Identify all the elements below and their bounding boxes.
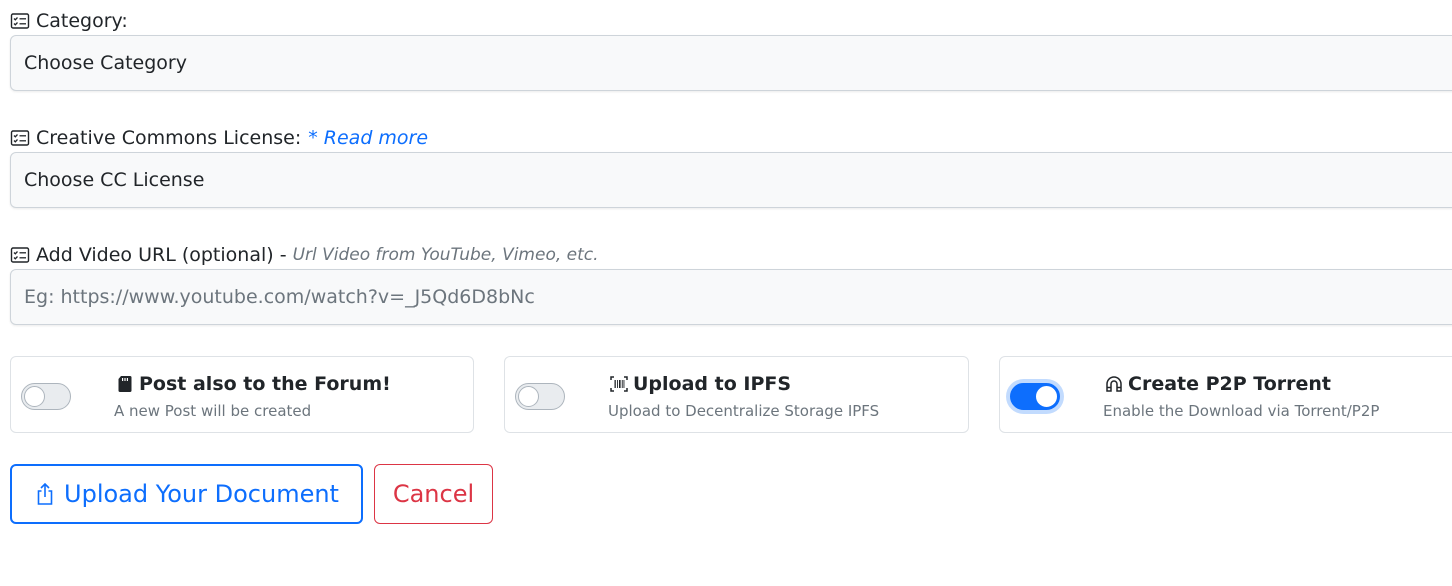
upload-form: Category: Choose Category Creative Commo… — [0, 0, 1452, 586]
upload-document-label: Upload Your Document — [64, 480, 339, 508]
forum-title: Post also to the Forum! — [115, 373, 391, 395]
ipfs-title-text: Upload to IPFS — [633, 373, 792, 395]
category-select[interactable]: Choose Category — [10, 35, 1452, 91]
toggle-knob — [518, 386, 539, 407]
option-card-forum: Post also to the Forum! A new Post will … — [10, 356, 474, 433]
upc-scan-icon — [609, 374, 629, 394]
upload-document-button[interactable]: Upload Your Document — [10, 464, 363, 524]
torrent-subtitle: Enable the Download via Torrent/P2P — [1103, 402, 1380, 420]
license-select[interactable]: Choose CC License — [10, 152, 1452, 208]
license-label: Creative Commons License: * Read more — [10, 127, 428, 149]
sd-card-icon — [115, 374, 135, 394]
category-label-text: Category: — [36, 10, 128, 32]
list-check-icon — [10, 11, 30, 31]
cancel-label: Cancel — [392, 480, 475, 508]
option-card-torrent: Create P2P Torrent Enable the Download v… — [999, 356, 1452, 433]
category-select-value: Choose Category — [24, 52, 187, 74]
read-more-link[interactable]: * Read more — [308, 127, 428, 149]
video-url-input[interactable] — [10, 269, 1452, 325]
cancel-button[interactable]: Cancel — [374, 464, 493, 524]
torrent-title: Create P2P Torrent — [1104, 373, 1331, 395]
list-check-icon — [10, 245, 30, 265]
option-card-ipfs: Upload to IPFS Upload to Decentralize St… — [504, 356, 969, 433]
list-check-icon — [10, 128, 30, 148]
license-label-text: Creative Commons License: — [36, 127, 302, 149]
toggle-knob — [1036, 386, 1057, 407]
video-url-label: Add Video URL (optional) - Url Video fro… — [10, 244, 599, 266]
forum-toggle[interactable] — [21, 383, 71, 410]
box-arrow-up-icon — [34, 482, 56, 506]
toggle-knob — [24, 386, 45, 407]
ipfs-title: Upload to IPFS — [609, 373, 791, 395]
forum-title-text: Post also to the Forum! — [139, 373, 391, 395]
video-url-label-text: Add Video URL (optional) - — [36, 244, 287, 266]
ipfs-subtitle: Upload to Decentralize Storage IPFS — [608, 402, 880, 420]
video-url-hint: Url Video from YouTube, Vimeo, etc. — [292, 245, 599, 265]
magnet-icon — [1104, 374, 1124, 394]
license-select-value: Choose CC License — [24, 169, 205, 191]
category-label: Category: — [10, 10, 128, 32]
forum-subtitle: A new Post will be created — [114, 402, 312, 420]
torrent-title-text: Create P2P Torrent — [1128, 373, 1332, 395]
ipfs-toggle[interactable] — [515, 383, 565, 410]
torrent-toggle[interactable] — [1010, 383, 1060, 410]
